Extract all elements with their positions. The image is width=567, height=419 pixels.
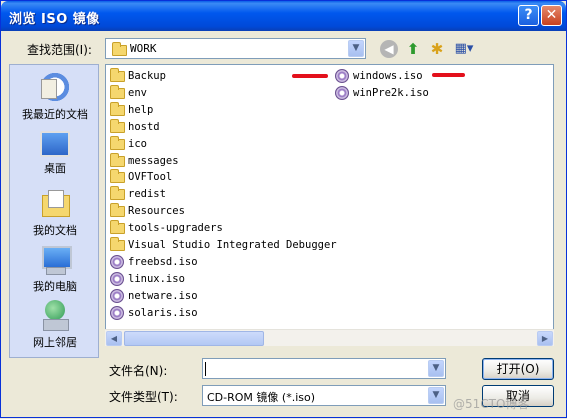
watermark: @51CTO博客 xyxy=(453,397,530,411)
file-name-label: 文件名(N): xyxy=(109,364,168,378)
scroll-left-icon[interactable]: ◀ xyxy=(106,331,122,346)
file-name: ico xyxy=(128,137,147,150)
file-name: hostd xyxy=(128,120,160,133)
my-computer-icon xyxy=(38,243,72,275)
chevron-down-icon[interactable]: ▼ xyxy=(428,387,444,404)
red-annotation-mark xyxy=(432,73,465,77)
network-places-icon xyxy=(38,299,72,331)
folder-icon xyxy=(110,220,125,235)
up-folder-icon[interactable]: ⬆ xyxy=(403,39,423,59)
file-type-dropdown[interactable]: CD-ROM 镜像 (*.iso) ▼ xyxy=(202,385,446,406)
places-bar: 我最近的文档 桌面 我的文档 我的电脑 网上邻居 xyxy=(9,64,99,358)
open-button[interactable]: 打开(O) xyxy=(482,358,554,380)
folder-icon xyxy=(110,101,125,116)
folder-icon xyxy=(110,203,125,218)
browse-iso-dialog: 浏览 ISO 镜像 ? ✕ 查找范围(I): WORK ▼ ◀ ⬆ ✱ ▦▾ 我… xyxy=(0,0,567,418)
place-network[interactable]: 网上邻居 xyxy=(10,299,100,350)
file-name: help xyxy=(128,103,154,116)
file-type-value: CD-ROM 镜像 (*.iso) xyxy=(207,391,316,404)
place-label: 我的文档 xyxy=(33,224,77,237)
scrollbar-thumb[interactable] xyxy=(124,331,264,346)
close-button[interactable]: ✕ xyxy=(541,5,562,26)
file-name: linux.iso xyxy=(128,272,185,285)
folder-icon xyxy=(110,135,125,150)
file-name: windows.iso xyxy=(353,70,423,82)
file-name: Visual Studio Integrated Debugger xyxy=(128,239,337,251)
file-name: redist xyxy=(128,188,166,201)
file-type-label: 文件类型(T): xyxy=(109,390,178,404)
place-recent-documents[interactable]: 我最近的文档 xyxy=(10,71,100,122)
folder-icon xyxy=(110,186,125,201)
new-folder-icon[interactable]: ✱ xyxy=(427,39,447,59)
folder-icon xyxy=(110,84,125,99)
help-button[interactable]: ? xyxy=(518,5,539,26)
file-name: netware.iso xyxy=(128,289,198,302)
back-icon[interactable]: ◀ xyxy=(380,40,398,58)
file-name: Resources xyxy=(128,205,185,218)
folder-icon xyxy=(110,152,125,167)
disc-image-icon xyxy=(110,288,124,303)
place-my-computer[interactable]: 我的电脑 xyxy=(10,243,100,294)
place-label: 我的电脑 xyxy=(33,280,77,293)
file-list[interactable]: Backup env help hostd ico messages OVFTool redi… xyxy=(105,64,554,346)
red-annotation-mark xyxy=(292,74,328,78)
place-label: 桌面 xyxy=(44,162,66,175)
look-in-value: WORK xyxy=(130,42,157,55)
file-name: OVFTool xyxy=(128,171,173,184)
file-name: Backup xyxy=(128,70,166,82)
views-menu-icon[interactable]: ▦▾ xyxy=(452,39,476,59)
place-desktop[interactable]: 桌面 xyxy=(10,131,100,176)
disc-image-icon xyxy=(335,85,349,100)
desktop-icon xyxy=(40,131,70,157)
place-label: 我最近的文档 xyxy=(22,108,88,121)
horizontal-scrollbar[interactable]: ◀ ▶ xyxy=(105,329,554,346)
my-documents-icon xyxy=(38,187,72,219)
place-label: 网上邻居 xyxy=(33,336,77,349)
file-name: solaris.iso xyxy=(128,306,198,319)
file-name: tools-upgraders xyxy=(128,222,223,235)
scroll-right-icon[interactable]: ▶ xyxy=(537,331,553,346)
folder-icon xyxy=(110,169,125,184)
folder-icon xyxy=(112,42,127,56)
chevron-down-icon[interactable]: ▼ xyxy=(348,40,364,57)
place-my-documents[interactable]: 我的文档 xyxy=(10,187,100,238)
folder-icon xyxy=(110,118,125,133)
folder-icon xyxy=(110,68,125,82)
title-bar[interactable]: 浏览 ISO 镜像 ? ✕ xyxy=(1,1,566,31)
file-name-input[interactable]: ▼ xyxy=(202,358,446,379)
disc-image-icon xyxy=(110,271,124,286)
window-title: 浏览 ISO 镜像 xyxy=(9,12,100,27)
text-caret xyxy=(205,362,206,376)
folder-icon xyxy=(110,237,125,251)
file-name: winPre2k.iso xyxy=(353,86,429,99)
chevron-down-icon[interactable]: ▼ xyxy=(428,360,444,377)
look-in-dropdown[interactable]: WORK ▼ xyxy=(105,38,366,59)
disc-image-icon xyxy=(335,69,349,83)
recent-documents-icon xyxy=(38,71,72,103)
file-name: freebsd.iso xyxy=(128,255,198,268)
disc-image-icon xyxy=(110,254,124,269)
file-name: env xyxy=(128,86,147,99)
look-in-label: 查找范围(I): xyxy=(27,43,92,57)
disc-image-icon xyxy=(110,305,124,320)
file-name: messages xyxy=(128,154,179,167)
